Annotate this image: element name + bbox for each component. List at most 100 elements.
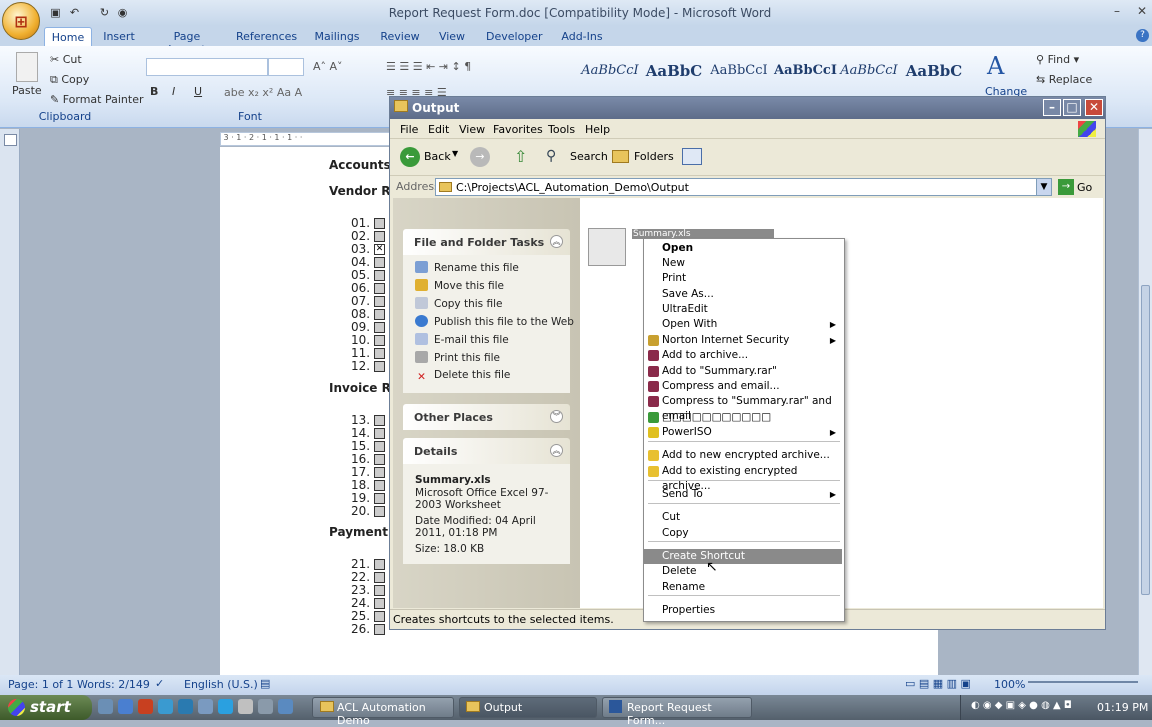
checkbox[interactable] bbox=[374, 480, 385, 491]
menu-item-open-with[interactable]: Open With ▶ bbox=[644, 317, 842, 332]
bold-button[interactable]: B bbox=[150, 85, 158, 98]
grow-font-icon[interactable]: A˄ A˅ bbox=[313, 60, 343, 73]
tab-home[interactable]: Home bbox=[44, 27, 92, 47]
tab-add-ins[interactable]: Add-Ins bbox=[560, 27, 604, 47]
record-icon[interactable]: ◉ bbox=[114, 4, 131, 21]
checkbox[interactable] bbox=[374, 506, 385, 517]
menu-item-poweriso[interactable]: PowerISO ▶ bbox=[644, 425, 842, 440]
task-publish[interactable]: Publish this file to the Web bbox=[415, 315, 574, 328]
menu-item-unknown-item[interactable]: □□□□□□□□□□□ bbox=[644, 410, 842, 425]
quicklaunch-icon-4[interactable] bbox=[158, 699, 173, 714]
back-button[interactable]: Back bbox=[424, 150, 451, 163]
paragraph-icons[interactable]: ☰ ☰ ☰ ⇤ ⇥ ↕ ¶ bbox=[386, 60, 471, 73]
up-folder-icon[interactable]: ⇧ bbox=[514, 147, 527, 166]
menu-item-open[interactable]: Open bbox=[644, 241, 842, 256]
quicklaunch-icon-9[interactable] bbox=[258, 699, 273, 714]
checkbox[interactable] bbox=[374, 348, 385, 359]
checkbox[interactable] bbox=[374, 585, 385, 596]
checkbox[interactable] bbox=[374, 415, 385, 426]
tab-references[interactable]: References bbox=[236, 27, 297, 47]
font-name-box[interactable] bbox=[146, 58, 268, 76]
task-move[interactable]: Move this file bbox=[415, 279, 504, 292]
menu-item-create-shortcut[interactable]: Create Shortcut bbox=[644, 549, 842, 564]
checkbox[interactable] bbox=[374, 624, 385, 635]
search-button[interactable]: Search bbox=[570, 150, 608, 163]
paste-button[interactable]: Paste bbox=[12, 84, 42, 97]
menu-item-delete[interactable]: Delete bbox=[644, 564, 842, 579]
quicklaunch-icon-7[interactable] bbox=[218, 699, 233, 714]
checkbox[interactable] bbox=[374, 296, 385, 307]
checkbox[interactable] bbox=[374, 335, 385, 346]
checkbox[interactable] bbox=[374, 441, 385, 452]
checkbox[interactable] bbox=[374, 559, 385, 570]
font-size-box[interactable] bbox=[268, 58, 304, 76]
menu-item-norton[interactable]: Norton Internet Security ▶ bbox=[644, 333, 842, 348]
menu-item-copy[interactable]: Copy bbox=[644, 526, 842, 541]
style-no-spacing[interactable]: AaBbCcI bbox=[708, 56, 770, 92]
word-count[interactable]: Words: 2/149 bbox=[77, 678, 150, 691]
forward-button[interactable]: → bbox=[470, 147, 490, 167]
task-rename[interactable]: Rename this file bbox=[415, 261, 519, 274]
back-dropdown-icon[interactable]: ▼ bbox=[452, 149, 458, 158]
quicklaunch-icon-3[interactable] bbox=[138, 699, 153, 714]
proofing-icon[interactable]: ✓ bbox=[155, 677, 164, 690]
checkbox[interactable] bbox=[374, 270, 385, 281]
explorer-minimize-button[interactable]: – bbox=[1043, 99, 1061, 116]
checkbox[interactable] bbox=[374, 493, 385, 504]
view-buttons[interactable]: ▭ ▤ ▦ ▥ ▣ bbox=[905, 677, 971, 690]
tab-page-layout[interactable]: Page Layout bbox=[155, 27, 219, 56]
menu-tools[interactable]: Tools bbox=[548, 123, 575, 136]
checkbox[interactable] bbox=[374, 322, 385, 333]
go-button[interactable]: Go bbox=[1077, 181, 1092, 194]
style-heading1[interactable]: AaBbC bbox=[644, 56, 704, 92]
quicklaunch-icon-1[interactable] bbox=[98, 699, 113, 714]
find-button[interactable]: ⚲ Find ▾ bbox=[1036, 53, 1079, 66]
menu-item-compress-rar-email[interactable]: Compress to "Summary.rar" and email bbox=[644, 394, 842, 422]
menu-help[interactable]: Help bbox=[585, 123, 610, 136]
menu-item-new[interactable]: New bbox=[644, 256, 842, 271]
scroll-thumb[interactable] bbox=[1141, 285, 1150, 595]
menu-item-compress-email[interactable]: Compress and email... bbox=[644, 379, 842, 394]
quicklaunch-icon-5[interactable] bbox=[178, 699, 193, 714]
quicklaunch-icon-2[interactable] bbox=[118, 699, 133, 714]
menu-favorites[interactable]: Favorites bbox=[493, 123, 543, 136]
details-header[interactable]: Details bbox=[403, 438, 570, 464]
checkbox[interactable]: ✕ bbox=[374, 244, 385, 255]
expand-icon[interactable]: ︾ bbox=[550, 410, 563, 423]
checkbox[interactable] bbox=[374, 598, 385, 609]
underline-button[interactable]: U bbox=[194, 85, 202, 98]
checkbox[interactable] bbox=[374, 283, 385, 294]
checkbox[interactable] bbox=[374, 467, 385, 478]
tab-review[interactable]: Review bbox=[378, 27, 422, 47]
save-icon[interactable]: ▣ bbox=[47, 4, 64, 21]
help-icon[interactable]: ? bbox=[1136, 29, 1149, 42]
menu-file[interactable]: File bbox=[400, 123, 418, 136]
quicklaunch-icon-8[interactable] bbox=[238, 699, 253, 714]
style-subtle[interactable]: AaBbCcI bbox=[838, 56, 900, 92]
address-input[interactable]: C:\Projects\ACL_Automation_Demo\Output bbox=[435, 178, 1052, 196]
menu-item-rename[interactable]: Rename bbox=[644, 580, 842, 595]
menu-item-add-to-archive[interactable]: Add to archive... bbox=[644, 348, 842, 363]
address-dropdown-icon[interactable]: ▼ bbox=[1036, 178, 1052, 196]
language[interactable]: English (U.S.) bbox=[184, 678, 258, 691]
task-email[interactable]: E-mail this file bbox=[415, 333, 509, 346]
page-count[interactable]: Page: 1 of 1 bbox=[8, 678, 73, 691]
tab-mailings[interactable]: Mailings bbox=[312, 27, 362, 47]
font-format-buttons[interactable]: abe x₂ x² Aa A bbox=[224, 86, 302, 99]
italic-button[interactable]: I bbox=[172, 85, 175, 98]
minimize-button[interactable]: – bbox=[1108, 4, 1126, 20]
vertical-scrollbar[interactable] bbox=[1138, 129, 1152, 675]
office-button[interactable]: ⊞ bbox=[2, 2, 40, 40]
menu-item-add-to-summary-rar[interactable]: Add to "Summary.rar" bbox=[644, 364, 842, 379]
format-painter-button[interactable]: ✎ Format Painter bbox=[50, 93, 144, 106]
menu-view[interactable]: View bbox=[459, 123, 485, 136]
other-places-header[interactable]: Other Places bbox=[403, 404, 570, 430]
style-strong[interactable]: AaBbCcI bbox=[774, 56, 837, 92]
checkbox[interactable] bbox=[374, 218, 385, 229]
explorer-close-button[interactable]: ✕ bbox=[1085, 99, 1103, 116]
clock[interactable]: 01:19 PM bbox=[1097, 701, 1148, 714]
checkbox[interactable] bbox=[374, 572, 385, 583]
task-copy[interactable]: Copy this file bbox=[415, 297, 502, 310]
checkbox[interactable] bbox=[374, 428, 385, 439]
checkbox[interactable] bbox=[374, 454, 385, 465]
